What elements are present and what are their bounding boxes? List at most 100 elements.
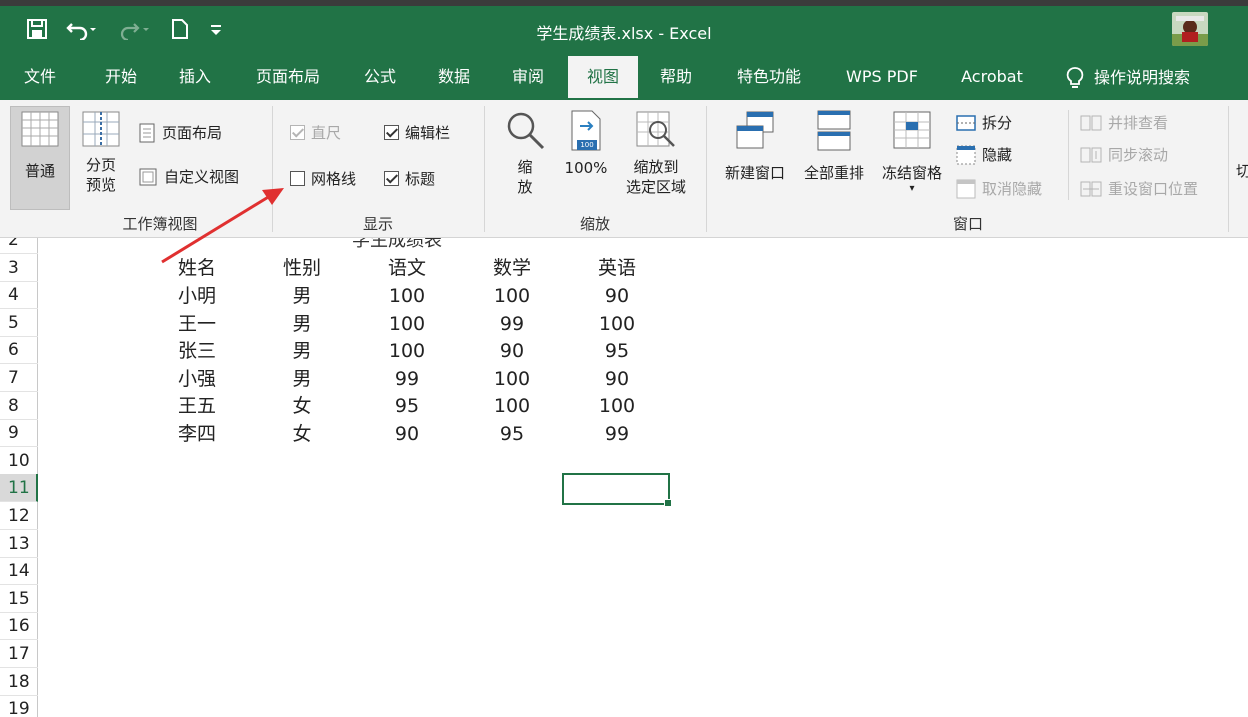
sync-scroll-label: 同步滚动 — [1108, 146, 1169, 164]
sheet-title-cell[interactable]: 学生成绩表 — [352, 238, 442, 252]
table-cell[interactable]: 女 — [252, 420, 352, 448]
tab-help[interactable]: 帮助 — [652, 56, 700, 100]
reset-position-label: 重设窗口位置 — [1108, 180, 1199, 198]
row-header[interactable]: 9 — [0, 419, 38, 448]
table-cell[interactable]: 100 — [462, 392, 562, 420]
tab-acrobat[interactable]: Acrobat — [950, 56, 1034, 100]
table-cell[interactable]: 90 — [567, 365, 667, 393]
table-cell[interactable]: 李四 — [147, 420, 247, 448]
zoom-100-button[interactable]: 100 100% — [558, 108, 614, 178]
table-cell[interactable]: 男 — [252, 337, 352, 365]
row-header[interactable]: 17 — [0, 640, 38, 668]
tab-wps-pdf[interactable]: WPS PDF — [834, 56, 930, 100]
row-header[interactable]: 13 — [0, 530, 38, 558]
table-cell[interactable]: 100 — [567, 310, 667, 338]
switch-windows-button[interactable]: 切 — [1236, 160, 1248, 181]
tab-review[interactable]: 审阅 — [504, 56, 552, 100]
split-button[interactable]: 拆分 — [956, 112, 1012, 133]
table-cell[interactable]: 99 — [567, 420, 667, 448]
table-cell[interactable]: 90 — [567, 282, 667, 310]
table-cell[interactable]: 100 — [357, 337, 457, 365]
tab-page-layout[interactable]: 页面布局 — [248, 56, 328, 100]
row-header[interactable]: 16 — [0, 612, 38, 641]
sync-scroll-icon — [1080, 147, 1102, 162]
table-cell[interactable]: 95 — [357, 392, 457, 420]
gridlines-checkbox[interactable]: 网格线 — [290, 168, 356, 189]
table-cell[interactable]: 100 — [357, 282, 457, 310]
header-cell[interactable]: 姓名 — [147, 254, 247, 282]
reset-window-position-button: 重设窗口位置 — [1080, 178, 1198, 199]
row-header[interactable]: 8 — [0, 392, 38, 420]
magnifier-icon — [507, 112, 545, 150]
active-cell-selection[interactable] — [562, 473, 672, 507]
table-cell[interactable]: 95 — [567, 337, 667, 365]
table-cell[interactable]: 小明 — [147, 282, 247, 310]
row-header[interactable]: 4 — [0, 281, 38, 310]
table-cell[interactable]: 99 — [357, 365, 457, 393]
tab-formulas[interactable]: 公式 — [356, 56, 404, 100]
row-header[interactable]: 6 — [0, 336, 38, 365]
table-cell[interactable]: 男 — [252, 365, 352, 393]
normal-view-button[interactable]: 普通 — [10, 110, 70, 181]
zoom-button[interactable]: 缩 放 — [500, 108, 550, 197]
header-cell[interactable]: 语文 — [357, 254, 457, 282]
headings-checkbox[interactable]: 标题 — [384, 168, 435, 189]
tab-home[interactable]: 开始 — [98, 56, 144, 100]
table-cell[interactable]: 100 — [462, 282, 562, 310]
row-header[interactable]: 11 — [0, 474, 38, 503]
row-header[interactable]: 14 — [0, 557, 38, 586]
table-cell[interactable]: 90 — [357, 420, 457, 448]
ribbon-view: 普通 分页 预览 页面布局 自定义视图 工作簿视图 直尺 编辑栏 网格线 标题 … — [0, 100, 1248, 238]
zoom-to-selection-button[interactable]: 缩放到 选定区域 — [618, 108, 694, 197]
title-bar: 学生成绩表.xlsx - Excel — [0, 6, 1248, 56]
tab-special-features[interactable]: 特色功能 — [728, 56, 810, 100]
freeze-panes-dropdown-icon[interactable]: ▾ — [874, 183, 950, 195]
row-header[interactable]: 15 — [0, 585, 38, 613]
table-cell[interactable]: 王五 — [147, 392, 247, 420]
table-cell[interactable]: 100 — [567, 392, 667, 420]
normal-view-icon — [21, 111, 59, 147]
table-cell[interactable]: 男 — [252, 310, 352, 338]
tab-view[interactable]: 视图 — [568, 56, 638, 100]
side-by-side-icon — [1080, 115, 1102, 130]
header-cell[interactable]: 性别 — [252, 254, 352, 282]
window-title: 学生成绩表.xlsx - Excel — [536, 24, 712, 43]
tab-data[interactable]: 数据 — [430, 56, 478, 100]
freeze-panes-button[interactable]: 冻结窗格 ▾ — [874, 108, 950, 195]
row-header[interactable]: 7 — [0, 364, 38, 392]
new-window-button[interactable]: 新建窗口 — [716, 108, 794, 183]
row-header[interactable]: 5 — [0, 309, 38, 337]
tab-file[interactable]: 文件 — [18, 56, 62, 100]
table-cell[interactable]: 100 — [357, 310, 457, 338]
row-header[interactable]: 10 — [0, 447, 38, 475]
row-header[interactable]: 12 — [0, 502, 38, 530]
custom-views-button[interactable]: 自定义视图 — [138, 166, 239, 187]
tab-insert[interactable]: 插入 — [172, 56, 218, 100]
row-header[interactable]: 18 — [0, 668, 38, 696]
table-cell[interactable]: 男 — [252, 282, 352, 310]
table-cell[interactable]: 100 — [462, 365, 562, 393]
table-cell[interactable]: 女 — [252, 392, 352, 420]
table-cell[interactable]: 张三 — [147, 337, 247, 365]
header-cell[interactable]: 数学 — [462, 254, 562, 282]
worksheet[interactable]: 2 3 4 5 6 7 8 9 10 11 12 13 14 15 16 17 18 19 学生成绩表 姓名 性别语… — [0, 238, 1248, 717]
arrange-all-button[interactable]: 全部重排 — [796, 108, 872, 183]
header-cell[interactable]: 英语 — [567, 254, 667, 282]
freeze-panes-label: 冻结窗格 — [881, 164, 942, 182]
table-cell[interactable]: 90 — [462, 337, 562, 365]
ruler-checkbox: 直尺 — [290, 122, 341, 143]
table-cell[interactable]: 小强 — [147, 365, 247, 393]
formula-bar-checkbox[interactable]: 编辑栏 — [384, 122, 450, 143]
tell-me-search[interactable]: 操作说明搜索 — [1066, 56, 1236, 100]
table-cell[interactable]: 王一 — [147, 310, 247, 338]
page-break-preview-button[interactable]: 分页 预览 — [76, 110, 126, 195]
table-cell[interactable]: 95 — [462, 420, 562, 448]
table-cell[interactable]: 99 — [462, 310, 562, 338]
hide-button[interactable]: 隐藏 — [956, 144, 1012, 165]
sync-scroll-button: 同步滚动 — [1080, 144, 1168, 165]
row-header[interactable]: 19 — [0, 695, 38, 717]
user-avatar[interactable] — [1172, 12, 1208, 46]
row-header[interactable]: 3 — [0, 254, 38, 282]
row-header[interactable]: 2 — [0, 238, 38, 254]
page-layout-view-button[interactable]: 页面布局 — [138, 122, 222, 143]
